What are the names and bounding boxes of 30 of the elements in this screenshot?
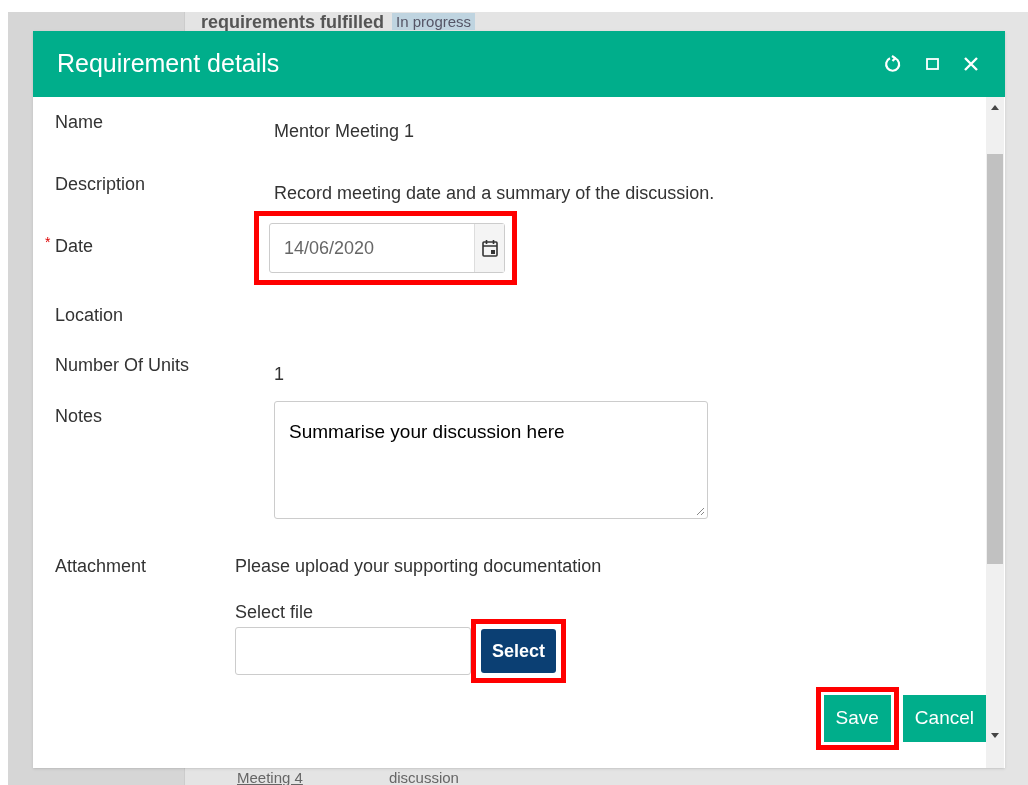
scrollbar[interactable] (986, 97, 1004, 768)
file-field[interactable] (235, 627, 471, 675)
close-icon[interactable] (963, 56, 979, 72)
field-value: Mentor Meeting 1 (274, 120, 415, 143)
select-button[interactable]: Select (481, 629, 557, 673)
resize-handle-icon[interactable] (696, 507, 705, 516)
page-heading: requirements fulfilled (201, 12, 385, 31)
required-marker: * (45, 235, 51, 249)
scroll-up-icon[interactable] (991, 105, 999, 110)
notes-field[interactable]: Summarise your discussion here (274, 401, 708, 519)
refresh-icon[interactable] (884, 55, 902, 73)
maximize-icon[interactable] (926, 58, 939, 70)
upload-hint: Please upload your supporting documentation (235, 555, 602, 577)
field-label: Notes (55, 406, 103, 426)
field-value: 1 (274, 363, 284, 386)
field-label: Location (55, 305, 124, 325)
status-badge: In progress (392, 13, 476, 30)
field-label: Name (55, 112, 103, 132)
field-label: Attachment (55, 556, 147, 576)
field-label: Description (55, 174, 146, 194)
scrollbar-thumb[interactable] (987, 154, 1003, 564)
calendar-icon[interactable] (481, 239, 498, 257)
field-label: Number Of Units (55, 355, 190, 375)
field-value: Record meeting date and a summary of the discussion. (274, 182, 715, 205)
table-cell: discussion (388, 770, 459, 785)
field-label: Date (55, 236, 94, 256)
file-label: Select file (235, 601, 315, 623)
dialog-title: Requirement details (57, 48, 281, 80)
date-field[interactable]: 14/06/2020 (269, 223, 505, 273)
scroll-down-icon[interactable] (991, 733, 999, 738)
